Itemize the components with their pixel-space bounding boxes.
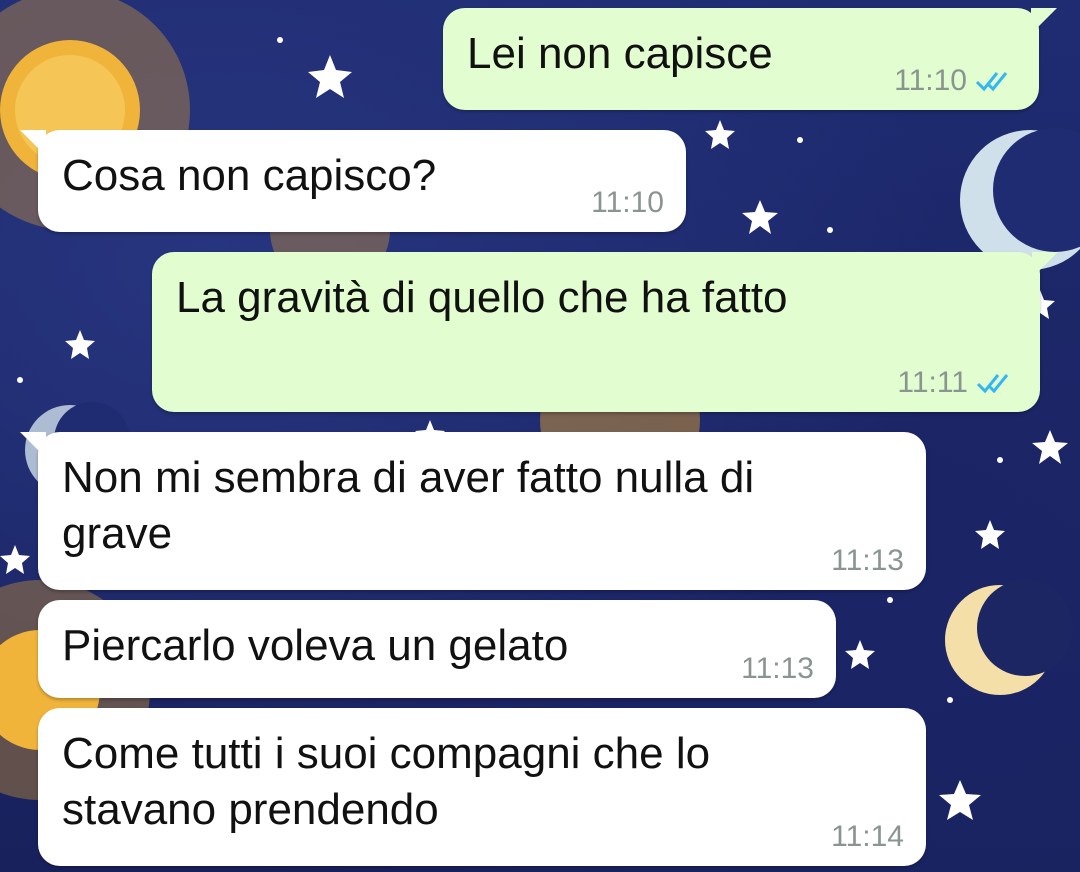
message-meta: 11:10 bbox=[894, 64, 1017, 98]
bubble-tail bbox=[20, 130, 46, 156]
message-time: 11:13 bbox=[741, 652, 814, 685]
message-text: Cosa non capisco? bbox=[62, 151, 437, 200]
message-bubble-incoming[interactable]: Non mi sembra di aver fatto nulla di gra… bbox=[20, 432, 926, 590]
double-check-read-icon bbox=[975, 72, 1008, 92]
message-meta: 11:14 bbox=[831, 820, 904, 854]
bubble-tail bbox=[1031, 8, 1057, 34]
message-meta: 11:13 bbox=[741, 652, 814, 686]
message-text: Non mi sembra di aver fatto nulla di gra… bbox=[62, 453, 755, 558]
message-meta: 11:10 bbox=[591, 186, 664, 220]
message-bubble-outgoing[interactable]: Lei non capisce 11:10 bbox=[443, 8, 1057, 110]
message-meta: 11:13 bbox=[831, 544, 904, 578]
message-time: 11:10 bbox=[894, 64, 967, 97]
message-text: La gravità di quello che ha fatto bbox=[176, 273, 788, 322]
message-time: 11:13 bbox=[831, 544, 904, 577]
message-text: Piercarlo voleva un gelato bbox=[62, 621, 569, 670]
double-check-read-icon bbox=[976, 374, 1009, 394]
message-bubble-incoming[interactable]: Piercarlo voleva un gelato 11:13 bbox=[38, 600, 836, 698]
bubble-tail bbox=[1032, 252, 1058, 278]
message-text: Come tutti i suoi compagni che lo stavan… bbox=[62, 729, 711, 834]
message-bubble-incoming[interactable]: Cosa non capisco? 11:10 bbox=[20, 130, 686, 232]
message-time: 11:11 bbox=[897, 366, 968, 399]
moon-icon bbox=[960, 128, 1080, 270]
message-time: 11:14 bbox=[831, 820, 904, 853]
bubble-tail bbox=[20, 432, 46, 458]
message-bubble-outgoing[interactable]: La gravità di quello che ha fatto 11:11 bbox=[152, 252, 1058, 412]
message-meta: 11:11 bbox=[897, 366, 1018, 400]
message-time: 11:10 bbox=[591, 186, 664, 219]
moon-icon bbox=[945, 580, 1073, 695]
message-bubble-incoming[interactable]: Come tutti i suoi compagni che lo stavan… bbox=[38, 708, 926, 866]
message-text: Lei non capisce bbox=[467, 29, 773, 78]
